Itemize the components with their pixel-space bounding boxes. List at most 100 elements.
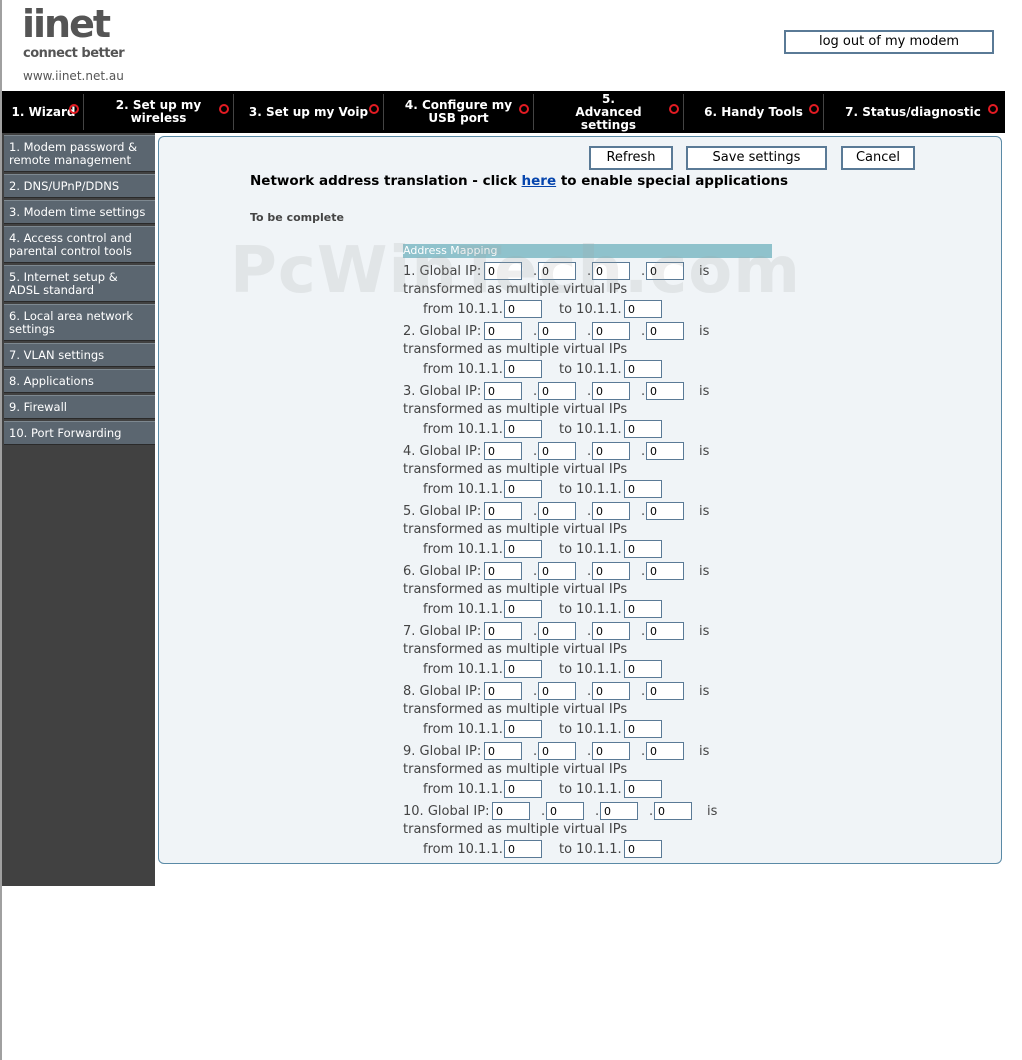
- sidebar-item-modem-password[interactable]: 1. Modem password & remote management: [4, 135, 155, 172]
- global-ip-octet-input[interactable]: [546, 802, 584, 820]
- to-ip-input[interactable]: [624, 660, 662, 678]
- sidebar: 1. Modem password & remote management 2.…: [2, 133, 155, 886]
- global-ip-label: 5. Global IP:: [403, 504, 481, 519]
- logout-button[interactable]: log out of my modem: [784, 30, 994, 54]
- is-label: is: [699, 504, 710, 519]
- sidebar-item-lan[interactable]: 6. Local area network settings: [4, 304, 155, 341]
- from-ip-input[interactable]: [504, 540, 542, 558]
- from-ip-input[interactable]: [504, 480, 542, 498]
- global-ip-label: 7. Global IP:: [403, 624, 481, 639]
- global-ip-octet-input[interactable]: [646, 442, 684, 460]
- to-ip-input[interactable]: [624, 300, 662, 318]
- global-ip-octet-input[interactable]: [592, 622, 630, 640]
- global-ip-octet-input[interactable]: [592, 262, 630, 280]
- global-ip-octet-input[interactable]: [484, 502, 522, 520]
- global-ip-octet-input[interactable]: [538, 442, 576, 460]
- to-ip-input[interactable]: [624, 360, 662, 378]
- to-ip-input[interactable]: [624, 420, 662, 438]
- global-ip-octet-input[interactable]: [484, 682, 522, 700]
- special-applications-link[interactable]: here: [522, 173, 557, 189]
- from-label: from 10.1.1.: [423, 602, 503, 617]
- global-ip-octet-input[interactable]: [492, 802, 530, 820]
- global-ip-octet-input[interactable]: [592, 502, 630, 520]
- global-ip-octet-input[interactable]: [646, 382, 684, 400]
- ip-dot-separator: .: [587, 564, 592, 579]
- sidebar-item-port-forwarding[interactable]: 10. Port Forwarding: [4, 421, 155, 445]
- nav-tab-wizard[interactable]: 1. Wizard: [4, 94, 84, 130]
- from-ip-input[interactable]: [504, 660, 542, 678]
- global-ip-octet-input[interactable]: [538, 322, 576, 340]
- global-ip-octet-input[interactable]: [484, 442, 522, 460]
- global-ip-octet-input[interactable]: [646, 502, 684, 520]
- from-ip-input[interactable]: [504, 360, 542, 378]
- to-ip-input[interactable]: [624, 840, 662, 858]
- global-ip-octet-input[interactable]: [646, 262, 684, 280]
- transformed-label: transformed as multiple virtual IPs: [403, 462, 628, 477]
- refresh-button[interactable]: Refresh: [589, 146, 673, 170]
- sidebar-item-internet-setup[interactable]: 5. Internet setup & ADSL standard: [4, 265, 155, 302]
- global-ip-octet-input[interactable]: [592, 682, 630, 700]
- save-settings-button[interactable]: Save settings: [686, 146, 827, 170]
- from-ip-input[interactable]: [504, 300, 542, 318]
- global-ip-octet-input[interactable]: [484, 382, 522, 400]
- ip-dot-separator: .: [533, 504, 538, 519]
- to-label: to 10.1.1.: [559, 422, 622, 437]
- from-ip-input[interactable]: [504, 600, 542, 618]
- global-ip-octet-input[interactable]: [592, 562, 630, 580]
- mapping-number: 9.: [403, 744, 416, 759]
- global-ip-octet-input[interactable]: [646, 742, 684, 760]
- transformed-label: transformed as multiple virtual IPs: [403, 522, 628, 537]
- indicator-circle-icon: [988, 104, 998, 114]
- sidebar-item-applications[interactable]: 8. Applications: [4, 369, 155, 393]
- from-ip-input[interactable]: [504, 420, 542, 438]
- from-ip-input[interactable]: [504, 780, 542, 798]
- global-ip-octet-input[interactable]: [538, 562, 576, 580]
- global-ip-octet-input[interactable]: [592, 742, 630, 760]
- global-ip-octet-input[interactable]: [646, 682, 684, 700]
- from-ip-input[interactable]: [504, 840, 542, 858]
- cancel-button[interactable]: Cancel: [841, 146, 915, 170]
- is-label: is: [699, 384, 710, 399]
- global-ip-octet-input[interactable]: [600, 802, 638, 820]
- to-ip-input[interactable]: [624, 720, 662, 738]
- global-ip-octet-input[interactable]: [538, 382, 576, 400]
- nav-tab-voip[interactable]: 3. Set up my Voip: [234, 94, 384, 130]
- to-ip-input[interactable]: [624, 540, 662, 558]
- global-ip-octet-input[interactable]: [654, 802, 692, 820]
- global-ip-octet-input[interactable]: [484, 742, 522, 760]
- sidebar-item-access-control[interactable]: 4. Access control and parental control t…: [4, 226, 155, 263]
- ip-dot-separator: .: [641, 504, 646, 519]
- global-ip-octet-input[interactable]: [538, 262, 576, 280]
- nav-tab-advanced[interactable]: 5. Advanced settings: [534, 92, 684, 131]
- nav-tab-status[interactable]: 7. Status/diagnostic: [824, 94, 1002, 130]
- to-ip-input[interactable]: [624, 600, 662, 618]
- global-ip-octet-input[interactable]: [538, 502, 576, 520]
- global-ip-text: Global IP:: [419, 624, 482, 639]
- global-ip-octet-input[interactable]: [484, 562, 522, 580]
- global-ip-octet-input[interactable]: [538, 742, 576, 760]
- global-ip-octet-input[interactable]: [592, 322, 630, 340]
- nav-tab-wireless[interactable]: 2. Set up my wireless: [84, 94, 234, 130]
- to-ip-input[interactable]: [624, 480, 662, 498]
- global-ip-octet-input[interactable]: [646, 562, 684, 580]
- global-ip-octet-input[interactable]: [484, 262, 522, 280]
- global-ip-octet-input[interactable]: [592, 382, 630, 400]
- global-ip-octet-input[interactable]: [538, 622, 576, 640]
- global-ip-octet-input[interactable]: [484, 322, 522, 340]
- sidebar-item-dns[interactable]: 2. DNS/UPnP/DDNS: [4, 174, 155, 198]
- sidebar-item-firewall[interactable]: 9. Firewall: [4, 395, 155, 419]
- is-label: is: [707, 804, 718, 819]
- nav-tab-handy-tools[interactable]: 6. Handy Tools: [684, 94, 824, 130]
- sidebar-item-vlan[interactable]: 7. VLAN settings: [4, 343, 155, 367]
- global-ip-octet-input[interactable]: [646, 322, 684, 340]
- sidebar-item-time[interactable]: 3. Modem time settings: [4, 200, 155, 224]
- to-ip-input[interactable]: [624, 780, 662, 798]
- from-ip-input[interactable]: [504, 720, 542, 738]
- nav-tab-usb[interactable]: 4. Configure my USB port: [384, 94, 534, 130]
- global-ip-octet-input[interactable]: [646, 622, 684, 640]
- from-label: from 10.1.1.: [423, 722, 503, 737]
- global-ip-octet-input[interactable]: [484, 622, 522, 640]
- global-ip-octet-input[interactable]: [592, 442, 630, 460]
- global-ip-octet-input[interactable]: [538, 682, 576, 700]
- from-label: from 10.1.1.: [423, 362, 503, 377]
